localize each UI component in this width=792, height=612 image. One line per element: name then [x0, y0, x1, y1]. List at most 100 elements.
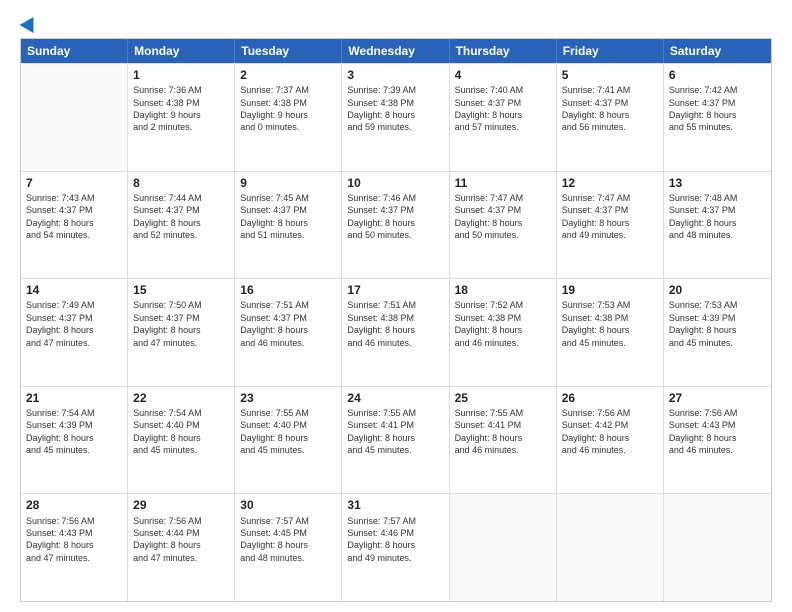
day-info: Sunrise: 7:56 AMSunset: 4:43 PMDaylight:…	[26, 515, 122, 565]
weekday-header-friday: Friday	[557, 39, 664, 63]
day-number: 23	[240, 390, 336, 406]
day-info: Sunrise: 7:48 AMSunset: 4:37 PMDaylight:…	[669, 192, 766, 242]
day-info: Sunrise: 7:55 AMSunset: 4:40 PMDaylight:…	[240, 407, 336, 457]
day-cell-16: 16Sunrise: 7:51 AMSunset: 4:37 PMDayligh…	[235, 279, 342, 386]
day-number: 18	[455, 282, 551, 298]
page: SundayMondayTuesdayWednesdayThursdayFrid…	[0, 0, 792, 612]
weekday-header-thursday: Thursday	[450, 39, 557, 63]
day-info: Sunrise: 7:42 AMSunset: 4:37 PMDaylight:…	[669, 84, 766, 134]
logo-triangle-icon	[20, 13, 41, 33]
day-number: 2	[240, 67, 336, 83]
day-info: Sunrise: 7:57 AMSunset: 4:46 PMDaylight:…	[347, 515, 443, 565]
day-info: Sunrise: 7:50 AMSunset: 4:37 PMDaylight:…	[133, 299, 229, 349]
day-cell-8: 8Sunrise: 7:44 AMSunset: 4:37 PMDaylight…	[128, 172, 235, 279]
day-info: Sunrise: 7:40 AMSunset: 4:37 PMDaylight:…	[455, 84, 551, 134]
empty-cell-4-6	[664, 494, 771, 601]
day-cell-4: 4Sunrise: 7:40 AMSunset: 4:37 PMDaylight…	[450, 64, 557, 171]
day-number: 20	[669, 282, 766, 298]
calendar-row-3: 21Sunrise: 7:54 AMSunset: 4:39 PMDayligh…	[21, 386, 771, 494]
day-cell-20: 20Sunrise: 7:53 AMSunset: 4:39 PMDayligh…	[664, 279, 771, 386]
day-cell-14: 14Sunrise: 7:49 AMSunset: 4:37 PMDayligh…	[21, 279, 128, 386]
day-info: Sunrise: 7:47 AMSunset: 4:37 PMDaylight:…	[455, 192, 551, 242]
weekday-header-tuesday: Tuesday	[235, 39, 342, 63]
day-number: 17	[347, 282, 443, 298]
weekday-header-saturday: Saturday	[664, 39, 771, 63]
day-cell-24: 24Sunrise: 7:55 AMSunset: 4:41 PMDayligh…	[342, 387, 449, 494]
day-info: Sunrise: 7:44 AMSunset: 4:37 PMDaylight:…	[133, 192, 229, 242]
day-info: Sunrise: 7:54 AMSunset: 4:40 PMDaylight:…	[133, 407, 229, 457]
day-number: 27	[669, 390, 766, 406]
day-info: Sunrise: 7:53 AMSunset: 4:38 PMDaylight:…	[562, 299, 658, 349]
day-cell-6: 6Sunrise: 7:42 AMSunset: 4:37 PMDaylight…	[664, 64, 771, 171]
day-cell-26: 26Sunrise: 7:56 AMSunset: 4:42 PMDayligh…	[557, 387, 664, 494]
calendar-row-2: 14Sunrise: 7:49 AMSunset: 4:37 PMDayligh…	[21, 278, 771, 386]
day-number: 1	[133, 67, 229, 83]
day-cell-11: 11Sunrise: 7:47 AMSunset: 4:37 PMDayligh…	[450, 172, 557, 279]
calendar: SundayMondayTuesdayWednesdayThursdayFrid…	[20, 38, 772, 602]
day-number: 24	[347, 390, 443, 406]
day-info: Sunrise: 7:53 AMSunset: 4:39 PMDaylight:…	[669, 299, 766, 349]
day-cell-5: 5Sunrise: 7:41 AMSunset: 4:37 PMDaylight…	[557, 64, 664, 171]
day-info: Sunrise: 7:47 AMSunset: 4:37 PMDaylight:…	[562, 192, 658, 242]
day-number: 14	[26, 282, 122, 298]
calendar-body: 1Sunrise: 7:36 AMSunset: 4:38 PMDaylight…	[21, 63, 771, 601]
day-cell-28: 28 Sunrise: 7:56 AMSunset: 4:43 PMDayligh…	[21, 494, 128, 601]
day-info: Sunrise: 7:55 AMSunset: 4:41 PMDaylight:…	[455, 407, 551, 457]
day-number: 3	[347, 67, 443, 83]
calendar-row-0: 1Sunrise: 7:36 AMSunset: 4:38 PMDaylight…	[21, 63, 771, 171]
day-number: 11	[455, 175, 551, 191]
calendar-header: SundayMondayTuesdayWednesdayThursdayFrid…	[21, 39, 771, 63]
day-number: 4	[455, 67, 551, 83]
day-info: Sunrise: 7:57 AMSunset: 4:45 PMDaylight:…	[240, 515, 336, 565]
day-number: 7	[26, 175, 122, 191]
day-cell-27: 27Sunrise: 7:56 AMSunset: 4:43 PMDayligh…	[664, 387, 771, 494]
day-number: 8	[133, 175, 229, 191]
day-cell-23: 23Sunrise: 7:55 AMSunset: 4:40 PMDayligh…	[235, 387, 342, 494]
day-number: 29	[133, 497, 229, 513]
empty-cell-4-4	[450, 494, 557, 601]
day-number: 6	[669, 67, 766, 83]
day-cell-13: 13Sunrise: 7:48 AMSunset: 4:37 PMDayligh…	[664, 172, 771, 279]
day-number: 28	[26, 497, 122, 513]
day-info: Sunrise: 7:52 AMSunset: 4:38 PMDaylight:…	[455, 299, 551, 349]
day-info: Sunrise: 7:36 AMSunset: 4:38 PMDaylight:…	[133, 84, 229, 134]
calendar-row-1: 7Sunrise: 7:43 AMSunset: 4:37 PMDaylight…	[21, 171, 771, 279]
weekday-header-wednesday: Wednesday	[342, 39, 449, 63]
day-cell-21: 21Sunrise: 7:54 AMSunset: 4:39 PMDayligh…	[21, 387, 128, 494]
day-info: Sunrise: 7:41 AMSunset: 4:37 PMDaylight:…	[562, 84, 658, 134]
day-info: Sunrise: 7:56 AMSunset: 4:42 PMDaylight:…	[562, 407, 658, 457]
day-info: Sunrise: 7:51 AMSunset: 4:37 PMDaylight:…	[240, 299, 336, 349]
header	[20, 16, 772, 30]
day-cell-10: 10Sunrise: 7:46 AMSunset: 4:37 PMDayligh…	[342, 172, 449, 279]
day-info: Sunrise: 7:39 AMSunset: 4:38 PMDaylight:…	[347, 84, 443, 134]
day-number: 30	[240, 497, 336, 513]
day-number: 15	[133, 282, 229, 298]
day-cell-9: 9Sunrise: 7:45 AMSunset: 4:37 PMDaylight…	[235, 172, 342, 279]
day-number: 19	[562, 282, 658, 298]
day-number: 12	[562, 175, 658, 191]
day-info: Sunrise: 7:51 AMSunset: 4:38 PMDaylight:…	[347, 299, 443, 349]
day-info: Sunrise: 7:54 AMSunset: 4:39 PMDaylight:…	[26, 407, 122, 457]
empty-cell-0-0	[21, 64, 128, 171]
day-info: Sunrise: 7:49 AMSunset: 4:37 PMDaylight:…	[26, 299, 122, 349]
day-number: 9	[240, 175, 336, 191]
day-cell-19: 19Sunrise: 7:53 AMSunset: 4:38 PMDayligh…	[557, 279, 664, 386]
day-number: 26	[562, 390, 658, 406]
day-cell-22: 22Sunrise: 7:54 AMSunset: 4:40 PMDayligh…	[128, 387, 235, 494]
day-cell-3: 3Sunrise: 7:39 AMSunset: 4:38 PMDaylight…	[342, 64, 449, 171]
calendar-row-4: 28 Sunrise: 7:56 AMSunset: 4:43 PMDayligh…	[21, 493, 771, 601]
day-info: Sunrise: 7:37 AMSunset: 4:38 PMDaylight:…	[240, 84, 336, 134]
day-cell-1: 1Sunrise: 7:36 AMSunset: 4:38 PMDaylight…	[128, 64, 235, 171]
day-number: 22	[133, 390, 229, 406]
day-number: 5	[562, 67, 658, 83]
day-number: 10	[347, 175, 443, 191]
day-number: 13	[669, 175, 766, 191]
logo	[20, 16, 38, 30]
day-number: 21	[26, 390, 122, 406]
day-info: Sunrise: 7:45 AMSunset: 4:37 PMDaylight:…	[240, 192, 336, 242]
day-cell-17: 17Sunrise: 7:51 AMSunset: 4:38 PMDayligh…	[342, 279, 449, 386]
day-cell-15: 15Sunrise: 7:50 AMSunset: 4:37 PMDayligh…	[128, 279, 235, 386]
day-info: Sunrise: 7:55 AMSunset: 4:41 PMDaylight:…	[347, 407, 443, 457]
day-cell-7: 7Sunrise: 7:43 AMSunset: 4:37 PMDaylight…	[21, 172, 128, 279]
day-info: Sunrise: 7:46 AMSunset: 4:37 PMDaylight:…	[347, 192, 443, 242]
